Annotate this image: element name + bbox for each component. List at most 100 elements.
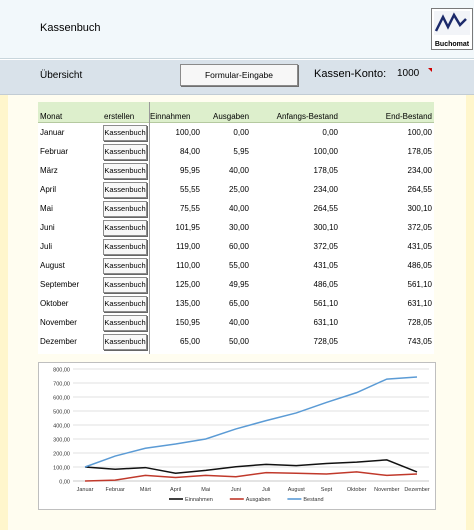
y-tick-label: 500,00 — [53, 410, 70, 416]
month-cell: Februar — [40, 147, 69, 156]
expenses-cell: 55,00 — [228, 261, 249, 270]
table-row: Dezember Kassenbuch 65,00 50,00 728,05 743,05 — [38, 333, 434, 352]
x-tick-label: Dezember — [404, 487, 430, 493]
kassenbuch-button[interactable]: Kassenbuch — [103, 315, 147, 331]
col-create-header: erstellen — [104, 112, 135, 121]
month-cell: Oktober — [40, 299, 69, 308]
start-balance-cell: 486,05 — [313, 280, 338, 289]
end-balance-cell: 372,05 — [407, 223, 432, 232]
overview-label: Übersicht — [40, 70, 83, 81]
series-line-bestand — [84, 376, 418, 468]
x-tick-label: Oktober — [347, 487, 367, 493]
y-tick-label: 600,00 — [53, 396, 70, 402]
col-start-balance-header: Anfangs-Bestand — [276, 112, 338, 121]
right-margin — [466, 95, 474, 530]
start-balance-cell: 300,10 — [313, 223, 338, 232]
expenses-cell: 60,00 — [228, 242, 249, 251]
x-tick-label: Mai — [201, 487, 210, 493]
logo: Buchomat — [431, 8, 473, 50]
income-cell: 135,00 — [175, 299, 200, 308]
start-balance-cell: 0,00 — [322, 128, 338, 137]
cash-account-value[interactable]: 1000 — [397, 68, 419, 79]
chart-canvas: 0,00 100,00 200,00 300,00 400,00 500,00 600,00… — [53, 368, 430, 504]
end-balance-cell: 486,05 — [407, 261, 432, 270]
month-cell: Dezember — [40, 337, 77, 346]
end-balance-cell: 300,10 — [407, 204, 432, 213]
table-header: Monat erstellen Einnahmen Ausgaben Anfan… — [38, 102, 434, 123]
col-end-balance-header: End-Bestand — [385, 112, 432, 121]
table-row: April Kassenbuch 55,55 25,00 234,00 264,55 — [38, 181, 434, 200]
table-row: Juni Kassenbuch 101,95 30,00 300,10 372,05 — [38, 219, 434, 238]
y-tick-label: 300,00 — [53, 438, 70, 444]
end-balance-cell: 743,05 — [407, 337, 432, 346]
comment-marker-icon — [428, 68, 432, 72]
x-tick-label: August — [288, 487, 306, 493]
kassenbuch-button[interactable]: Kassenbuch — [103, 125, 147, 141]
page-title: Kassenbuch — [40, 22, 101, 34]
start-balance-cell: 372,05 — [313, 242, 338, 251]
start-balance-cell: 631,10 — [313, 318, 338, 327]
y-tick-label: 100,00 — [53, 466, 70, 472]
kassenbuch-button[interactable]: Kassenbuch — [103, 239, 147, 255]
start-balance-cell: 561,10 — [313, 299, 338, 308]
table-row: Januar Kassenbuch 100,00 0,00 0,00 100,00 — [38, 124, 434, 143]
income-cell: 95,95 — [179, 166, 200, 175]
end-balance-cell: 561,10 — [407, 280, 432, 289]
income-cell: 55,55 — [179, 185, 200, 194]
income-cell: 119,00 — [176, 242, 200, 251]
logo-text: Buchomat — [434, 41, 470, 48]
expenses-cell: 0,00 — [233, 128, 249, 137]
balance-chart: 0,00 100,00 200,00 300,00 400,00 500,00 600,00… — [38, 362, 436, 510]
kassenbuch-button[interactable]: Kassenbuch — [103, 201, 147, 217]
kassenbuch-button[interactable]: Kassenbuch — [103, 277, 147, 293]
kassenbuch-button[interactable]: Kassenbuch — [103, 258, 147, 274]
expenses-cell: 25,00 — [228, 185, 249, 194]
month-cell: Mai — [40, 204, 53, 213]
end-balance-cell: 631,10 — [407, 299, 432, 308]
table-row: November Kassenbuch 150,95 40,00 631,10 728,0… — [38, 314, 434, 333]
table-row: Oktober Kassenbuch 135,00 65,00 561,10 631,10 — [38, 295, 434, 314]
x-tick-label: Juli — [262, 487, 270, 493]
table-row: Februar Kassenbuch 84,00 5,95 100,00 178,05 — [38, 143, 434, 162]
y-tick-label: 0,00 — [59, 480, 70, 486]
x-tick-label: Juni — [231, 487, 241, 493]
form-entry-button[interactable]: Formular-Eingabe — [180, 64, 298, 86]
y-tick-label: 400,00 — [53, 424, 70, 430]
start-balance-cell: 728,05 — [313, 337, 338, 346]
income-cell: 150,95 — [175, 318, 200, 327]
x-tick-label: Märt — [140, 487, 151, 493]
legend-label: Einnahmen — [185, 497, 213, 503]
end-balance-cell: 431,05 — [407, 242, 432, 251]
left-margin — [0, 95, 8, 530]
x-tick-label: November — [374, 487, 400, 493]
start-balance-cell: 264,55 — [313, 204, 338, 213]
expenses-cell: 5,95 — [233, 147, 249, 156]
x-tick-label: Februar — [106, 487, 125, 493]
month-cell: Juli — [40, 242, 53, 251]
start-balance-cell: 431,05 — [313, 261, 338, 270]
income-cell: 75,55 — [179, 204, 200, 213]
kassenbuch-button[interactable]: Kassenbuch — [103, 220, 147, 236]
kassenbuch-button[interactable]: Kassenbuch — [103, 163, 147, 179]
month-cell: Juni — [40, 223, 55, 232]
expenses-cell: 40,00 — [228, 318, 249, 327]
x-tick-label: Januar — [77, 487, 94, 493]
kassenbuch-button[interactable]: Kassenbuch — [103, 182, 147, 198]
kassenbuch-button[interactable]: Kassenbuch — [103, 334, 147, 350]
expenses-cell: 50,00 — [228, 337, 249, 346]
kassenbuch-button[interactable]: Kassenbuch — [103, 144, 147, 160]
chart-logo-icon — [434, 11, 470, 35]
month-cell: April — [40, 185, 57, 194]
kassenbuch-button[interactable]: Kassenbuch — [103, 296, 147, 312]
end-balance-cell: 264,55 — [407, 185, 432, 194]
income-cell: 100,00 — [175, 128, 200, 137]
expenses-cell: 49,95 — [228, 280, 249, 289]
expenses-cell: 40,00 — [228, 166, 249, 175]
month-cell: November — [40, 318, 77, 327]
income-cell: 110,00 — [176, 261, 200, 270]
month-cell: September — [40, 280, 80, 289]
end-balance-cell: 728,05 — [407, 318, 432, 327]
expenses-cell: 40,00 — [228, 204, 249, 213]
table-row: Mai Kassenbuch 75,55 40,00 264,55 300,10 — [38, 200, 434, 219]
income-cell: 65,00 — [179, 337, 200, 346]
